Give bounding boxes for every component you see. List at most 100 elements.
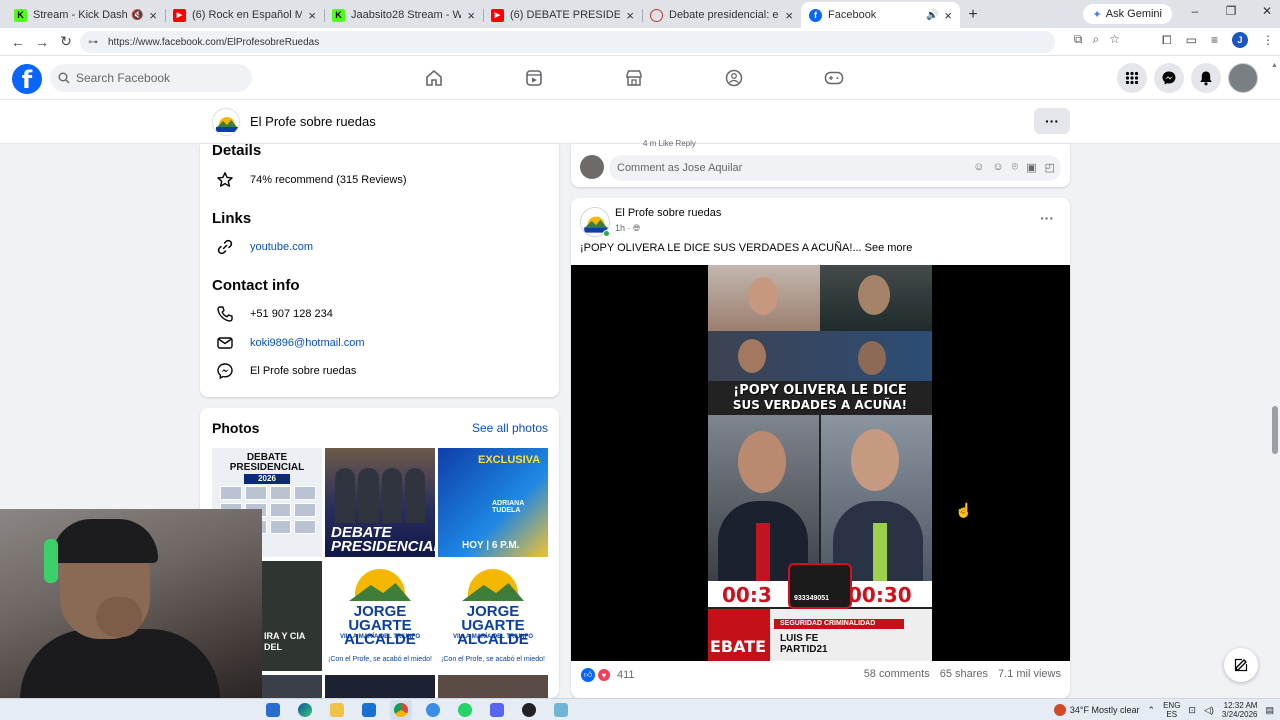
zoom-icon[interactable]: ⌕: [1093, 32, 1100, 47]
minimize-icon[interactable]: –: [1188, 4, 1202, 18]
split-view-icon[interactable]: ▭: [1186, 33, 1197, 47]
browser-tab[interactable]: (6) Rock en Español Mix #1 | So ×: [165, 2, 324, 28]
home-icon[interactable]: [384, 56, 484, 100]
volume-icon[interactable]: ◁): [1204, 705, 1214, 716]
clock[interactable]: 12:32 AM 3/24/2026: [1222, 701, 1258, 719]
reload-icon[interactable]: ↻: [54, 33, 78, 50]
site-info-icon[interactable]: ⊶: [88, 37, 98, 48]
sticker-icon[interactable]: ◰: [1045, 161, 1055, 174]
browser-menu-icon[interactable]: ⋮: [1262, 33, 1274, 47]
messenger-icon[interactable]: [1154, 63, 1184, 93]
photo-thumbnail[interactable]: IRA Y CIA DEL: [262, 561, 322, 671]
account-avatar[interactable]: [1228, 63, 1258, 93]
page-scrollbar[interactable]: ▲: [1270, 62, 1280, 698]
post-time[interactable]: 1h ·: [615, 223, 633, 233]
address-bar[interactable]: ⊶ https://www.facebook.com/ElProfesobreR…: [80, 31, 1055, 53]
search-input[interactable]: [76, 71, 236, 85]
gaming-icon[interactable]: [784, 56, 884, 100]
website-link[interactable]: youtube.com: [250, 241, 313, 253]
muted-audio-icon[interactable]: 🔇: [131, 10, 143, 21]
close-tab-icon[interactable]: ×: [149, 8, 157, 23]
notifications-icon[interactable]: [1191, 63, 1221, 93]
close-tab-icon[interactable]: ×: [467, 8, 475, 23]
browser-tab[interactable]: Debate presidencial: estos son ×: [642, 2, 801, 28]
app-icon[interactable]: [550, 700, 572, 720]
close-tab-icon[interactable]: ×: [308, 8, 316, 23]
page-name[interactable]: El Profe sobre ruedas: [250, 114, 376, 129]
photo-thumbnail[interactable]: EXCLUSIVA ADRIANA TUDELA HOY | 6 P.M.: [438, 448, 548, 557]
scroll-up-icon[interactable]: ▲: [1271, 62, 1278, 69]
close-tab-icon[interactable]: ×: [626, 8, 634, 23]
email-link[interactable]: koki9896@hotmail.com: [250, 337, 365, 349]
back-icon[interactable]: ←: [6, 34, 30, 50]
recommend-row[interactable]: 74% recommend (315 Reviews): [214, 170, 407, 190]
comment-box[interactable]: ☺ ☺ ⌾ ▣ ◰: [609, 155, 1061, 181]
photo-thumbnail[interactable]: [438, 675, 548, 698]
facebook-logo[interactable]: f: [12, 64, 42, 94]
restore-icon[interactable]: ❐: [1224, 4, 1238, 18]
app-icon[interactable]: [422, 700, 444, 720]
photo-thumbnail[interactable]: DEBATE PRESIDENCIAL: [325, 448, 435, 557]
reaction-summary[interactable]: 👍︎ ♥ 411: [581, 668, 635, 682]
post-options-icon[interactable]: ···: [1040, 210, 1054, 226]
new-message-button[interactable]: [1224, 648, 1258, 682]
browser-tab[interactable]: K Stream - Kick Dashboard 🔇 ×: [6, 2, 165, 28]
extensions-icon[interactable]: ⧠: [1162, 33, 1172, 48]
bookmark-star-icon[interactable]: ☆: [1109, 32, 1120, 47]
groups-icon[interactable]: [684, 56, 784, 100]
new-tab-button[interactable]: +: [960, 2, 986, 28]
messenger-row[interactable]: El Profe sobre ruedas: [214, 361, 356, 381]
email-row[interactable]: koki9896@hotmail.com: [214, 333, 365, 353]
close-tab-icon[interactable]: ×: [944, 8, 952, 23]
menu-grid-icon[interactable]: [1117, 63, 1147, 93]
forward-icon[interactable]: →: [30, 34, 54, 50]
post-author-name[interactable]: El Profe sobre ruedas: [615, 207, 721, 219]
camera-icon[interactable]: ⌾: [1012, 161, 1019, 174]
phone-row[interactable]: +51 907 128 234: [214, 304, 333, 324]
gif-icon[interactable]: ▣: [1026, 161, 1036, 174]
browser-tab[interactable]: K Jaabsito28 Stream - Watch Live ×: [324, 2, 483, 28]
emoji-icon[interactable]: ☺: [992, 161, 1003, 174]
video-icon[interactable]: [484, 56, 584, 100]
close-tab-icon[interactable]: ×: [785, 8, 793, 23]
avatar-sticker-icon[interactable]: ☺: [973, 161, 984, 174]
browser-tab-active[interactable]: f Facebook 🔊 ×: [801, 2, 960, 28]
page-logo[interactable]: [212, 108, 240, 136]
reading-list-icon[interactable]: ≡: [1211, 33, 1218, 47]
network-icon[interactable]: ⊡: [1188, 705, 1196, 716]
weather-widget[interactable]: 34°F Mostly clear: [1053, 704, 1140, 716]
task-view-icon[interactable]: [262, 700, 284, 720]
browser-tab[interactable]: (6) DEBATE PRESIDENCIAL DEL ×: [483, 2, 642, 28]
shares-count[interactable]: 65 shares: [940, 668, 988, 680]
notification-center-icon[interactable]: ▤: [1265, 705, 1274, 716]
close-window-icon[interactable]: ✕: [1260, 4, 1274, 18]
page-more-button[interactable]: ···: [1034, 108, 1070, 134]
post-video[interactable]: ¡POPY OLIVERA LE DICE SUS VERDADES A ACU…: [571, 265, 1070, 661]
whatsapp-icon[interactable]: [454, 700, 476, 720]
file-explorer-icon[interactable]: [326, 700, 348, 720]
input-language[interactable]: ENG ES: [1163, 701, 1180, 719]
marketplace-icon[interactable]: [584, 56, 684, 100]
edge-icon[interactable]: [294, 700, 316, 720]
profile-avatar[interactable]: J: [1232, 32, 1248, 48]
link-row[interactable]: youtube.com: [214, 237, 313, 257]
scrollbar-thumb[interactable]: [1272, 406, 1278, 454]
comments-count[interactable]: 58 comments: [864, 668, 930, 680]
ask-gemini-button[interactable]: ✦ Ask Gemini: [1082, 4, 1172, 24]
photo-thumbnail[interactable]: [325, 675, 435, 698]
discord-icon[interactable]: [486, 700, 508, 720]
chrome-icon[interactable]: [390, 700, 412, 720]
install-app-icon[interactable]: ⧉: [1074, 32, 1083, 47]
photo-thumbnail[interactable]: [262, 675, 322, 698]
obs-icon[interactable]: [518, 700, 540, 720]
comment-input[interactable]: [617, 162, 947, 174]
outlook-icon[interactable]: [358, 700, 380, 720]
hand-cursor-icon: ☝: [955, 502, 973, 518]
search-box[interactable]: [50, 64, 252, 92]
tray-chevron-icon[interactable]: ⌃: [1148, 705, 1156, 716]
see-all-photos-link[interactable]: See all photos: [472, 421, 548, 435]
audio-icon[interactable]: 🔊: [926, 10, 938, 21]
see-more-link[interactable]: See more: [865, 242, 913, 254]
photo-thumbnail[interactable]: JORGE UGARTE ALCALDE VILLA MARÍA DEL TRIU…: [325, 561, 435, 671]
photo-thumbnail[interactable]: JORGE UGARTE ALCALDE VILLA MARÍA DEL TRIU…: [438, 561, 548, 671]
